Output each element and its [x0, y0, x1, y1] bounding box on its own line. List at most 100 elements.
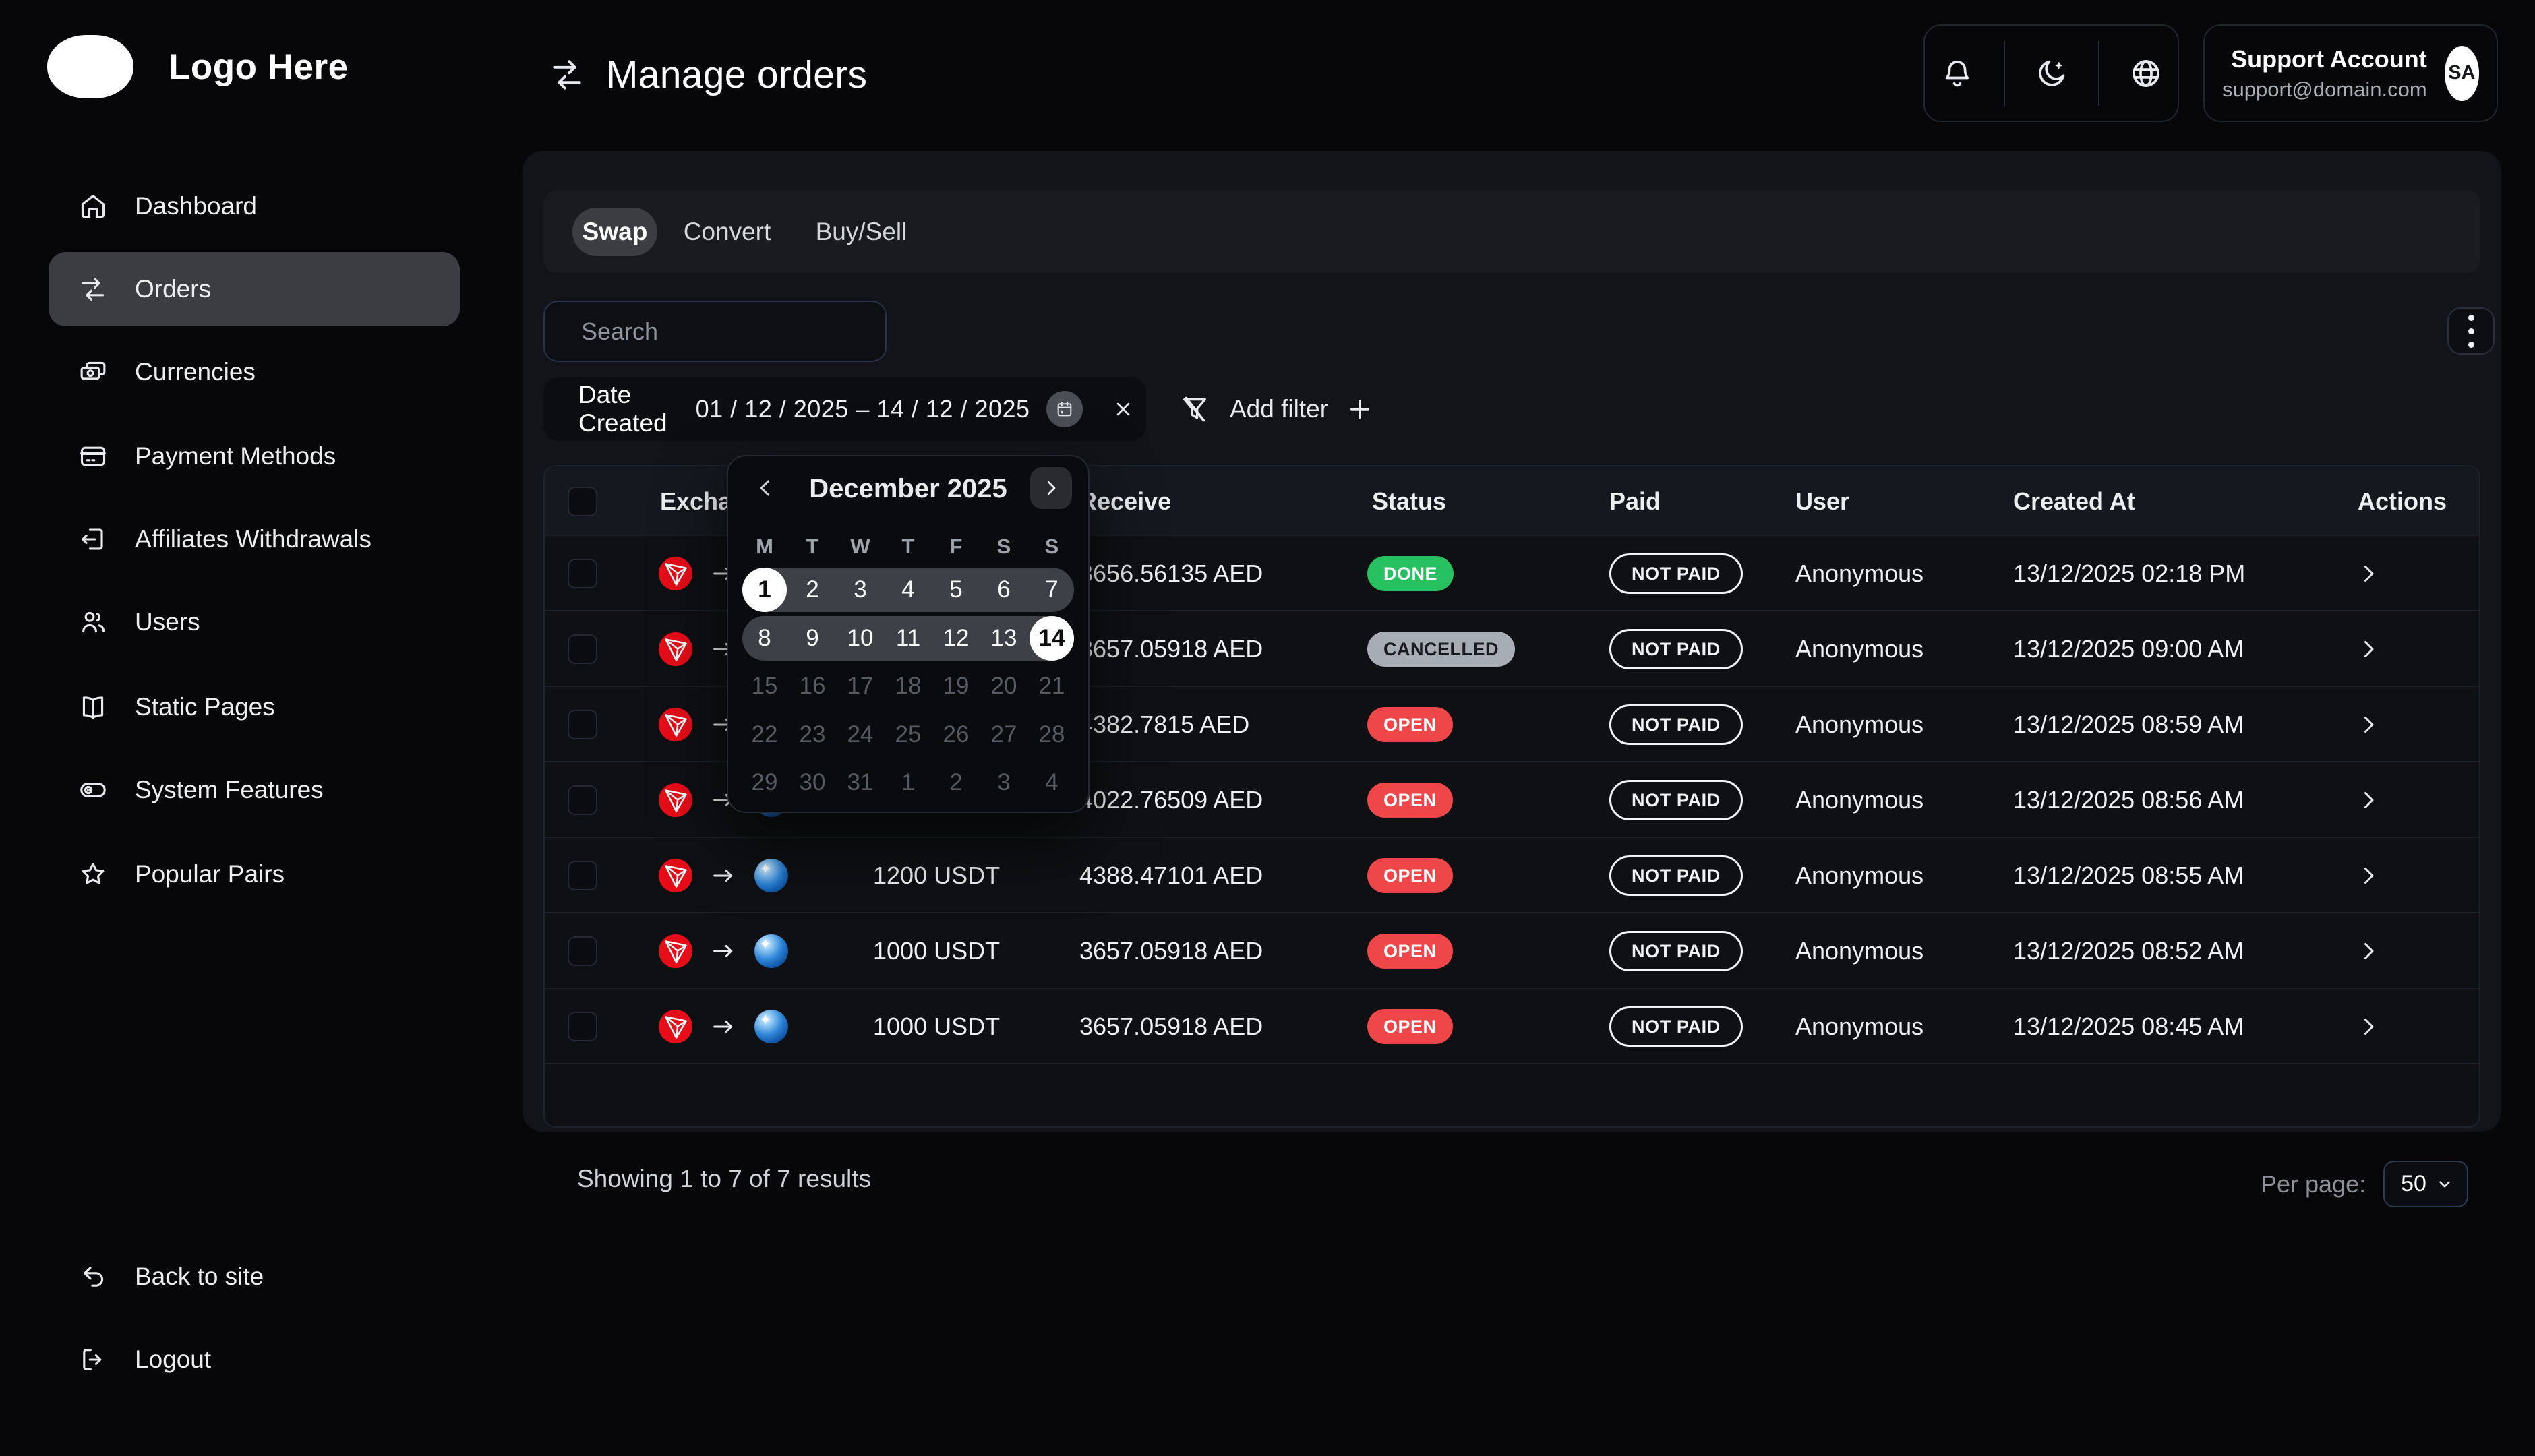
row-checkbox[interactable]	[568, 936, 597, 966]
open-calendar-button[interactable]	[1046, 391, 1083, 427]
arrow-right-icon	[710, 938, 737, 965]
calendar-day-7[interactable]: 7	[1030, 568, 1074, 612]
sidebar-item-orders[interactable]: Orders	[49, 252, 460, 326]
row-checkbox[interactable]	[568, 559, 597, 588]
clear-date-filter-icon[interactable]	[1112, 398, 1134, 420]
account-menu[interactable]: Support Account support@domain.com SA	[2203, 24, 2498, 122]
calendar-day-17[interactable]: 17	[838, 664, 883, 708]
row-detail-chevron[interactable]	[2356, 637, 2381, 661]
per-page-select[interactable]: 50	[2383, 1161, 2468, 1207]
select-all-checkbox[interactable]	[568, 487, 597, 516]
row-detail-chevron[interactable]	[2356, 788, 2381, 812]
paid-badge[interactable]: NOT PAID	[1609, 1006, 1743, 1047]
calendar-day-19[interactable]: 19	[934, 664, 978, 708]
sidebar-item-currencies[interactable]: Currencies	[49, 335, 460, 409]
sidebar-item-popular-pairs[interactable]: Popular Pairs	[49, 837, 460, 911]
tron-icon	[659, 934, 692, 968]
paid-badge[interactable]: NOT PAID	[1609, 629, 1743, 669]
tab-convert[interactable]: Convert	[672, 190, 783, 273]
calendar-day-3[interactable]: 3	[982, 760, 1026, 805]
table-options-button[interactable]	[2447, 307, 2495, 355]
date-filter-range: 01 / 12 / 2025 – 14 / 12 / 2025	[696, 395, 1030, 423]
created-at-cell: 13/12/2025 08:52 AM	[2013, 913, 2244, 989]
row-detail-chevron[interactable]	[2356, 562, 2381, 586]
filter-row: Date Created 01 / 12 / 2025 – 14 / 12 / …	[543, 377, 1374, 441]
globe-icon[interactable]	[2128, 56, 2164, 91]
calendar-day-6[interactable]: 6	[982, 568, 1026, 612]
calendar-day-22[interactable]: 22	[742, 712, 787, 757]
calendar-day-28[interactable]: 28	[1030, 712, 1074, 757]
paid-badge[interactable]: NOT PAID	[1609, 931, 1743, 971]
calendar-day-11[interactable]: 11	[886, 616, 930, 661]
clear-all-filters-icon[interactable]	[1179, 393, 1211, 425]
calendar-day-31[interactable]: 31	[838, 760, 883, 805]
calendar-next-month-button[interactable]	[1030, 467, 1072, 509]
tron-icon	[659, 708, 692, 741]
table-row[interactable]: 1000 USDT 3657.05918 AED OPEN NOT PAID A…	[545, 989, 2479, 1064]
calendar-day-23[interactable]: 23	[790, 712, 835, 757]
sidebar-item-users[interactable]: Users	[49, 585, 460, 659]
calendar-day-21[interactable]: 21	[1030, 664, 1074, 708]
moon-icon[interactable]	[2034, 56, 2069, 91]
calendar-day-2[interactable]: 2	[934, 760, 978, 805]
row-checkbox[interactable]	[568, 634, 597, 664]
calendar-day-16[interactable]: 16	[790, 664, 835, 708]
calendar-week-row: 1234567	[728, 568, 1091, 612]
sidebar-item-system-features[interactable]: System Features	[49, 753, 460, 827]
per-page-value: 50	[2401, 1171, 2426, 1197]
paid-badge[interactable]: NOT PAID	[1609, 704, 1743, 745]
arrow-right-icon	[710, 1013, 737, 1040]
calendar-day-3[interactable]: 3	[838, 568, 883, 612]
calendar-dow-label: T	[886, 535, 930, 559]
calendar-day-27[interactable]: 27	[982, 712, 1026, 757]
calendar-day-15[interactable]: 15	[742, 664, 787, 708]
table-row[interactable]: 1000 USDT 3657.05918 AED OPEN NOT PAID A…	[545, 913, 2479, 989]
sidebar-item-affiliates-withdrawals[interactable]: Affiliates Withdrawals	[49, 502, 460, 576]
calendar-day-1[interactable]: 1	[742, 568, 787, 612]
calendar-day-10[interactable]: 10	[838, 616, 883, 661]
paid-badge[interactable]: NOT PAID	[1609, 553, 1743, 594]
calendar-day-1[interactable]: 1	[886, 760, 930, 805]
tab-swap[interactable]: Swap	[572, 208, 657, 256]
paid-badge[interactable]: NOT PAID	[1609, 855, 1743, 896]
row-detail-chevron[interactable]	[2356, 1014, 2381, 1039]
calendar-day-26[interactable]: 26	[934, 712, 978, 757]
sidebar-item-static-pages[interactable]: Static Pages	[49, 670, 460, 744]
search-input[interactable]	[581, 317, 895, 346]
calendar-day-12[interactable]: 12	[934, 616, 978, 661]
tab-buy-sell[interactable]: Buy/Sell	[805, 190, 918, 273]
calendar-day-8[interactable]: 8	[742, 616, 787, 661]
row-detail-chevron[interactable]	[2356, 863, 2381, 888]
calendar-day-2[interactable]: 2	[790, 568, 835, 612]
sidebar-item-dashboard[interactable]: Dashboard	[49, 169, 460, 243]
row-checkbox[interactable]	[568, 861, 597, 890]
calendar-day-4[interactable]: 4	[1030, 760, 1074, 805]
calendar-day-29[interactable]: 29	[742, 760, 787, 805]
sidebar-item-payment-methods[interactable]: Payment Methods	[49, 419, 460, 493]
add-filter-button[interactable]: Add filter	[1230, 395, 1374, 423]
table-row[interactable]: 1200 USDT 4388.47101 AED OPEN NOT PAID A…	[545, 838, 2479, 913]
calendar-day-30[interactable]: 30	[790, 760, 835, 805]
row-checkbox[interactable]	[568, 710, 597, 739]
bell-icon[interactable]	[1940, 56, 1975, 91]
row-checkbox[interactable]	[568, 785, 597, 815]
calendar-day-20[interactable]: 20	[982, 664, 1026, 708]
calendar-day-4[interactable]: 4	[886, 568, 930, 612]
calendar-day-24[interactable]: 24	[838, 712, 883, 757]
calendar-day-14[interactable]: 14	[1030, 616, 1074, 661]
paid-badge[interactable]: NOT PAID	[1609, 780, 1743, 820]
sidebar-item-back-to-site[interactable]: Back to site	[49, 1240, 460, 1314]
calendar-day-13[interactable]: 13	[982, 616, 1026, 661]
sidebar-item-logout[interactable]: Logout	[49, 1323, 460, 1397]
date-filter-chip[interactable]: Date Created 01 / 12 / 2025 – 14 / 12 / …	[543, 377, 1146, 441]
column-header-created-at: Created At	[2013, 466, 2135, 536]
column-header-status: Status	[1372, 466, 1446, 536]
calendar-day-5[interactable]: 5	[934, 568, 978, 612]
calendar-day-25[interactable]: 25	[886, 712, 930, 757]
calendar-day-9[interactable]: 9	[790, 616, 835, 661]
row-detail-chevron[interactable]	[2356, 939, 2381, 963]
row-checkbox[interactable]	[568, 1012, 597, 1041]
created-at-cell: 13/12/2025 08:59 AM	[2013, 687, 2244, 762]
row-detail-chevron[interactable]	[2356, 712, 2381, 737]
calendar-day-18[interactable]: 18	[886, 664, 930, 708]
